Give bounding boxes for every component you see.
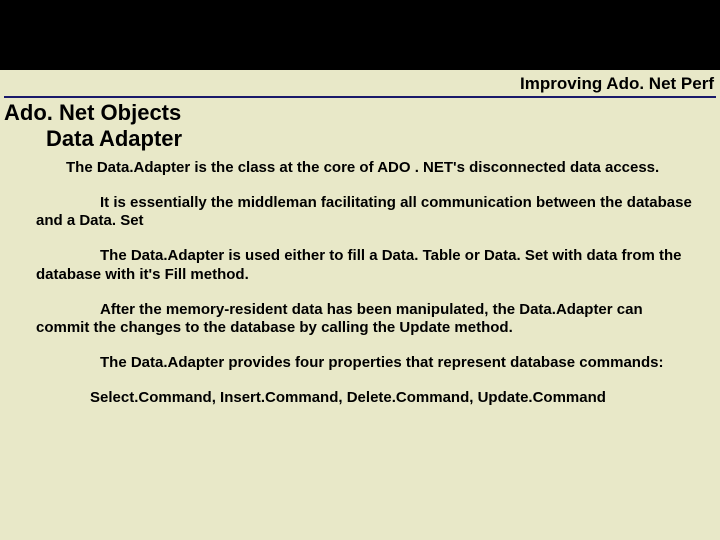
section-title: Ado. Net Objects Data Adapter: [0, 100, 720, 153]
paragraph-5: The Data.Adapter provides four propertie…: [36, 354, 696, 373]
content-area: The Data.Adapter is the class at the cor…: [0, 153, 720, 408]
paragraph-3: The Data.Adapter is used either to fill …: [36, 247, 696, 285]
section-title-line1: Ado. Net Objects: [4, 100, 720, 126]
header-right: Improving Ado. Net Perf: [0, 70, 720, 96]
commands-list: Select.Command, Insert.Command, Delete.C…: [36, 389, 696, 408]
top-black-banner: [0, 0, 720, 70]
header-title: Improving Ado. Net Perf: [520, 74, 714, 93]
paragraph-1: The Data.Adapter is the class at the cor…: [36, 159, 696, 178]
divider-line: [4, 96, 716, 98]
paragraph-2: It is essentially the middleman facilita…: [36, 194, 696, 232]
section-title-line2: Data Adapter: [4, 126, 720, 152]
paragraph-4: After the memory-resident data has been …: [36, 301, 696, 339]
